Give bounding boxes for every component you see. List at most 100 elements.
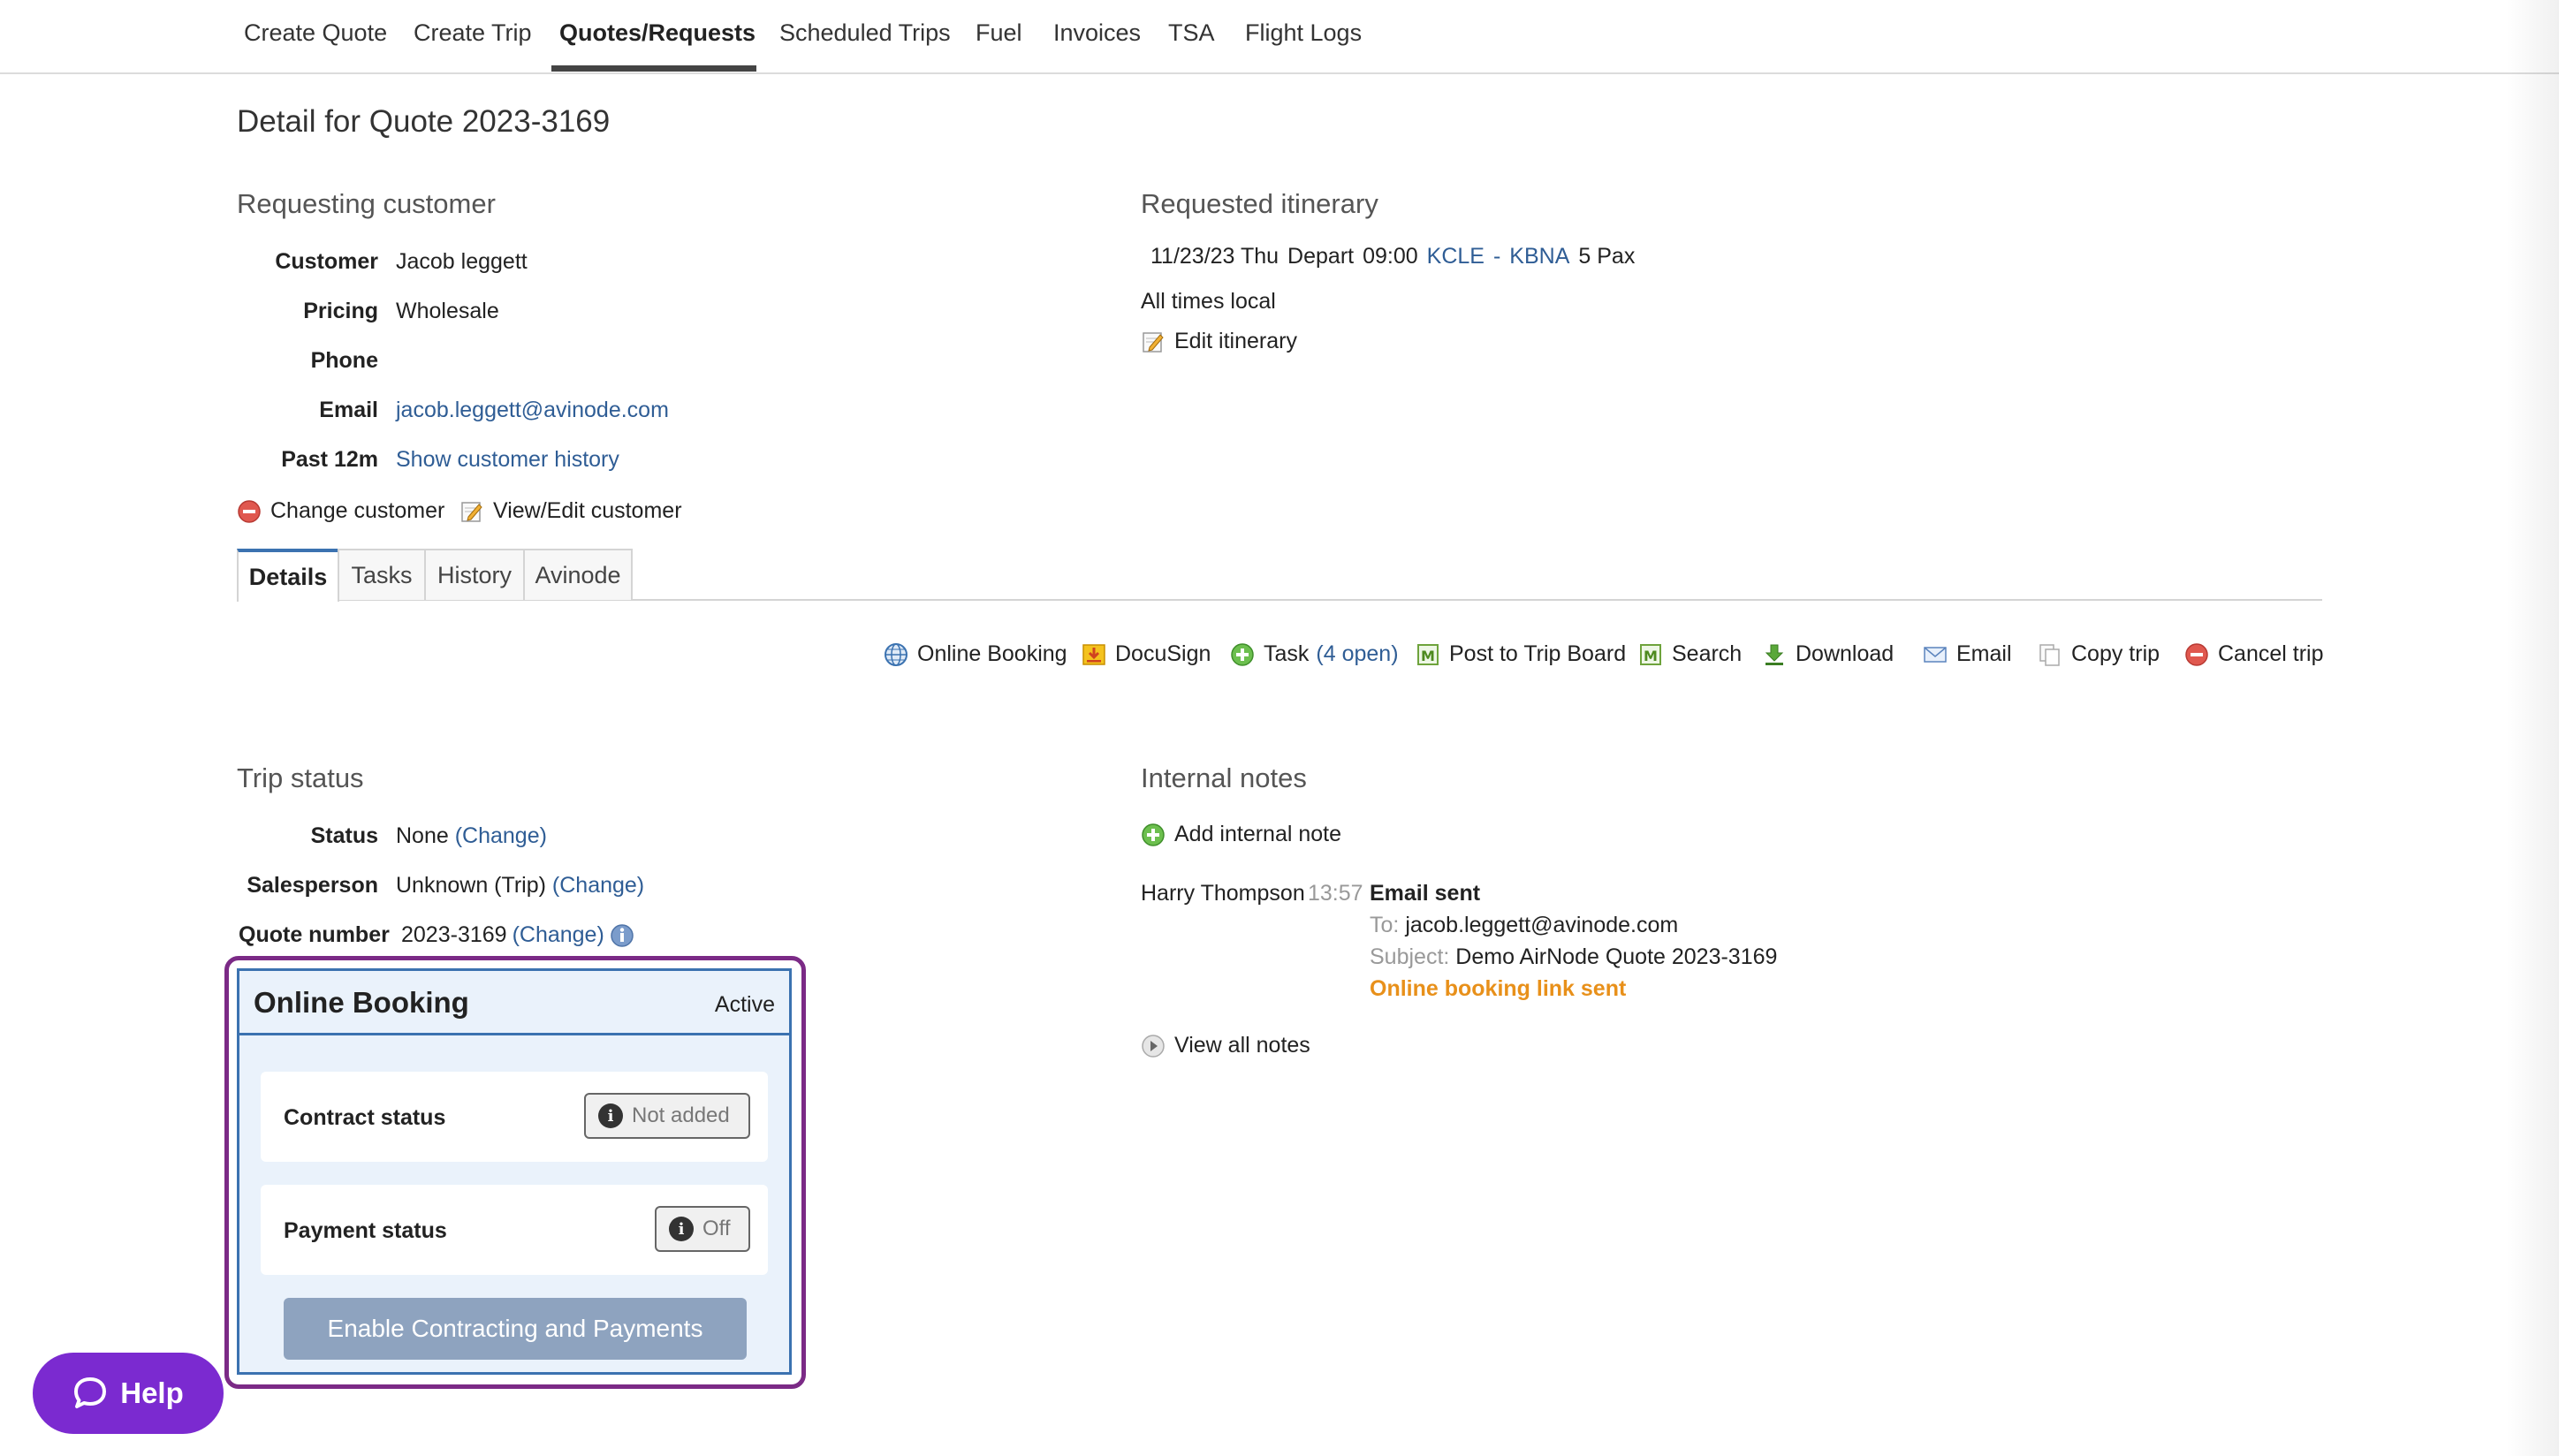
play-circle-icon: [1141, 1034, 1166, 1058]
marketplace-icon: M: [1416, 642, 1440, 667]
svg-text:M: M: [1421, 648, 1435, 664]
nav-fuel[interactable]: Fuel: [976, 19, 1022, 47]
envelope-icon: [1923, 642, 1948, 667]
salesperson-value-row: Unknown (Trip) (Change): [396, 873, 644, 899]
enable-contracting-payments-button[interactable]: Enable Contracting and Payments: [284, 1298, 747, 1360]
note-to-value: jacob.leggett@avinode.com: [1405, 913, 1679, 937]
view-edit-customer-label: View/Edit customer: [493, 498, 682, 523]
nav-scheduled-trips[interactable]: Scheduled Trips: [779, 19, 951, 47]
contract-status-value: Not added: [632, 1103, 730, 1127]
pricing-value: Wholesale: [396, 299, 499, 323]
edit-pencil-icon: [1141, 330, 1166, 354]
edit-pencil-icon: [459, 499, 484, 524]
tab-history[interactable]: History: [424, 549, 525, 600]
note-title: Email sent: [1370, 881, 1481, 906]
email-action[interactable]: Email: [1923, 641, 2012, 667]
help-label: Help: [120, 1376, 184, 1409]
svg-text:M: M: [1644, 648, 1658, 664]
edit-itinerary-label: Edit itinerary: [1174, 329, 1297, 353]
add-internal-note-button[interactable]: Add internal note: [1141, 822, 1341, 847]
customer-label: Customer: [275, 249, 378, 274]
nav-create-trip[interactable]: Create Trip: [414, 19, 532, 47]
online-booking-action-label: Online Booking: [917, 641, 1067, 666]
note-subject-value: Demo AirNode Quote 2023-3169: [1455, 944, 1778, 969]
help-button[interactable]: Help: [33, 1353, 224, 1434]
itinerary-pax: 5 Pax: [1578, 244, 1636, 269]
pricing-label: Pricing: [303, 299, 378, 323]
online-booking-action[interactable]: Online Booking: [884, 641, 1067, 667]
task-action-label: Task: [1264, 641, 1310, 666]
payment-status-pill[interactable]: i Off: [655, 1206, 750, 1252]
task-action[interactable]: Task (4 open): [1230, 641, 1399, 667]
online-booking-panel: Online Booking Active Contract status i …: [237, 968, 792, 1375]
nav-create-quote[interactable]: Create Quote: [244, 19, 387, 47]
marketplace-search-icon: M: [1638, 642, 1663, 667]
status-value-row: None (Change): [396, 823, 547, 849]
info-icon: i: [598, 1103, 623, 1128]
note-to-row: To: jacob.leggett@avinode.com: [1370, 913, 1678, 938]
status-change-link[interactable]: (Change): [455, 823, 547, 848]
nav-flight-logs[interactable]: Flight Logs: [1245, 19, 1362, 47]
itinerary-to-airport[interactable]: KBNA: [1509, 244, 1569, 269]
download-action-label: Download: [1796, 641, 1895, 666]
online-booking-header: Online Booking Active: [239, 971, 789, 1035]
note-subject-label: Subject:: [1370, 944, 1450, 969]
itinerary-date: 11/23/23 Thu: [1150, 244, 1280, 269]
status-value: None: [396, 823, 449, 848]
phone-label: Phone: [310, 348, 378, 373]
note-status: Online booking link sent: [1370, 976, 1627, 1001]
nav-invoices[interactable]: Invoices: [1053, 19, 1141, 47]
tab-avinode[interactable]: Avinode: [523, 549, 633, 600]
post-trip-board-action[interactable]: M Post to Trip Board: [1416, 641, 1626, 667]
contract-status-label: Contract status: [284, 1105, 446, 1130]
quote-number-change-link[interactable]: (Change): [513, 922, 604, 948]
docusign-action-label: DocuSign: [1115, 641, 1211, 666]
payment-status-row: Payment status i Off: [261, 1185, 768, 1275]
email-label: Email: [319, 398, 378, 422]
itinerary-leg: 11/23/23 Thu Depart 09:00 KCLE - KBNA 5 …: [1150, 244, 1635, 269]
times-local-note: All times local: [1141, 289, 1276, 314]
salesperson-value: Unknown (Trip): [396, 873, 546, 898]
docusign-action[interactable]: DocuSign: [1082, 641, 1211, 667]
add-internal-note-label: Add internal note: [1174, 822, 1342, 846]
task-open-count[interactable]: (4 open): [1316, 641, 1398, 667]
tab-tasks[interactable]: Tasks: [338, 549, 426, 600]
view-edit-customer-button[interactable]: View/Edit customer: [459, 498, 682, 524]
online-booking-title: Online Booking: [254, 986, 469, 1019]
globe-icon: [884, 642, 908, 667]
edit-itinerary-button[interactable]: Edit itinerary: [1141, 329, 1297, 354]
contract-status-pill[interactable]: i Not added: [584, 1093, 750, 1139]
cancel-circle-icon: [2184, 642, 2209, 667]
requesting-customer-title: Requesting customer: [237, 188, 496, 219]
download-action[interactable]: Download: [1762, 641, 1894, 667]
cancel-trip-action[interactable]: Cancel trip: [2184, 641, 2324, 667]
page-edge-shadow: [2506, 0, 2559, 1456]
search-action[interactable]: M Search: [1638, 641, 1742, 667]
copy-trip-action[interactable]: Copy trip: [2038, 641, 2160, 667]
trip-status-title: Trip status: [237, 762, 364, 793]
copy-icon: [2038, 642, 2062, 667]
note-subject-row: Subject: Demo AirNode Quote 2023-3169: [1370, 944, 1777, 970]
show-customer-history-link[interactable]: Show customer history: [396, 447, 619, 473]
page-title: Detail for Quote 2023-3169: [237, 104, 611, 139]
requested-itinerary-title: Requested itinerary: [1141, 188, 1378, 219]
quote-number-label: Quote number: [239, 922, 390, 947]
info-icon[interactable]: [610, 923, 634, 948]
nav-quotes-requests[interactable]: Quotes/Requests: [559, 19, 756, 47]
nav-tsa[interactable]: TSA: [1168, 19, 1215, 47]
itinerary-separator: -: [1492, 244, 1501, 269]
salesperson-label: Salesperson: [247, 873, 378, 898]
download-icon: [1762, 642, 1787, 667]
cancel-trip-label: Cancel trip: [2218, 641, 2324, 666]
quote-number-value-row: 2023-3169 (Change): [401, 922, 634, 948]
email-action-label: Email: [1956, 641, 2012, 666]
view-all-notes-button[interactable]: View all notes: [1141, 1033, 1310, 1058]
tab-details[interactable]: Details: [237, 549, 339, 602]
docusign-icon: [1082, 642, 1106, 667]
customer-email-link[interactable]: jacob.leggett@avinode.com: [396, 398, 669, 423]
salesperson-change-link[interactable]: (Change): [552, 873, 644, 898]
itinerary-time: 09:00: [1363, 244, 1418, 269]
itinerary-from-airport[interactable]: KCLE: [1427, 244, 1485, 269]
change-customer-button[interactable]: Change customer: [237, 498, 444, 524]
top-navigation: Create Quote Create Trip Quotes/Requests…: [0, 0, 2559, 74]
